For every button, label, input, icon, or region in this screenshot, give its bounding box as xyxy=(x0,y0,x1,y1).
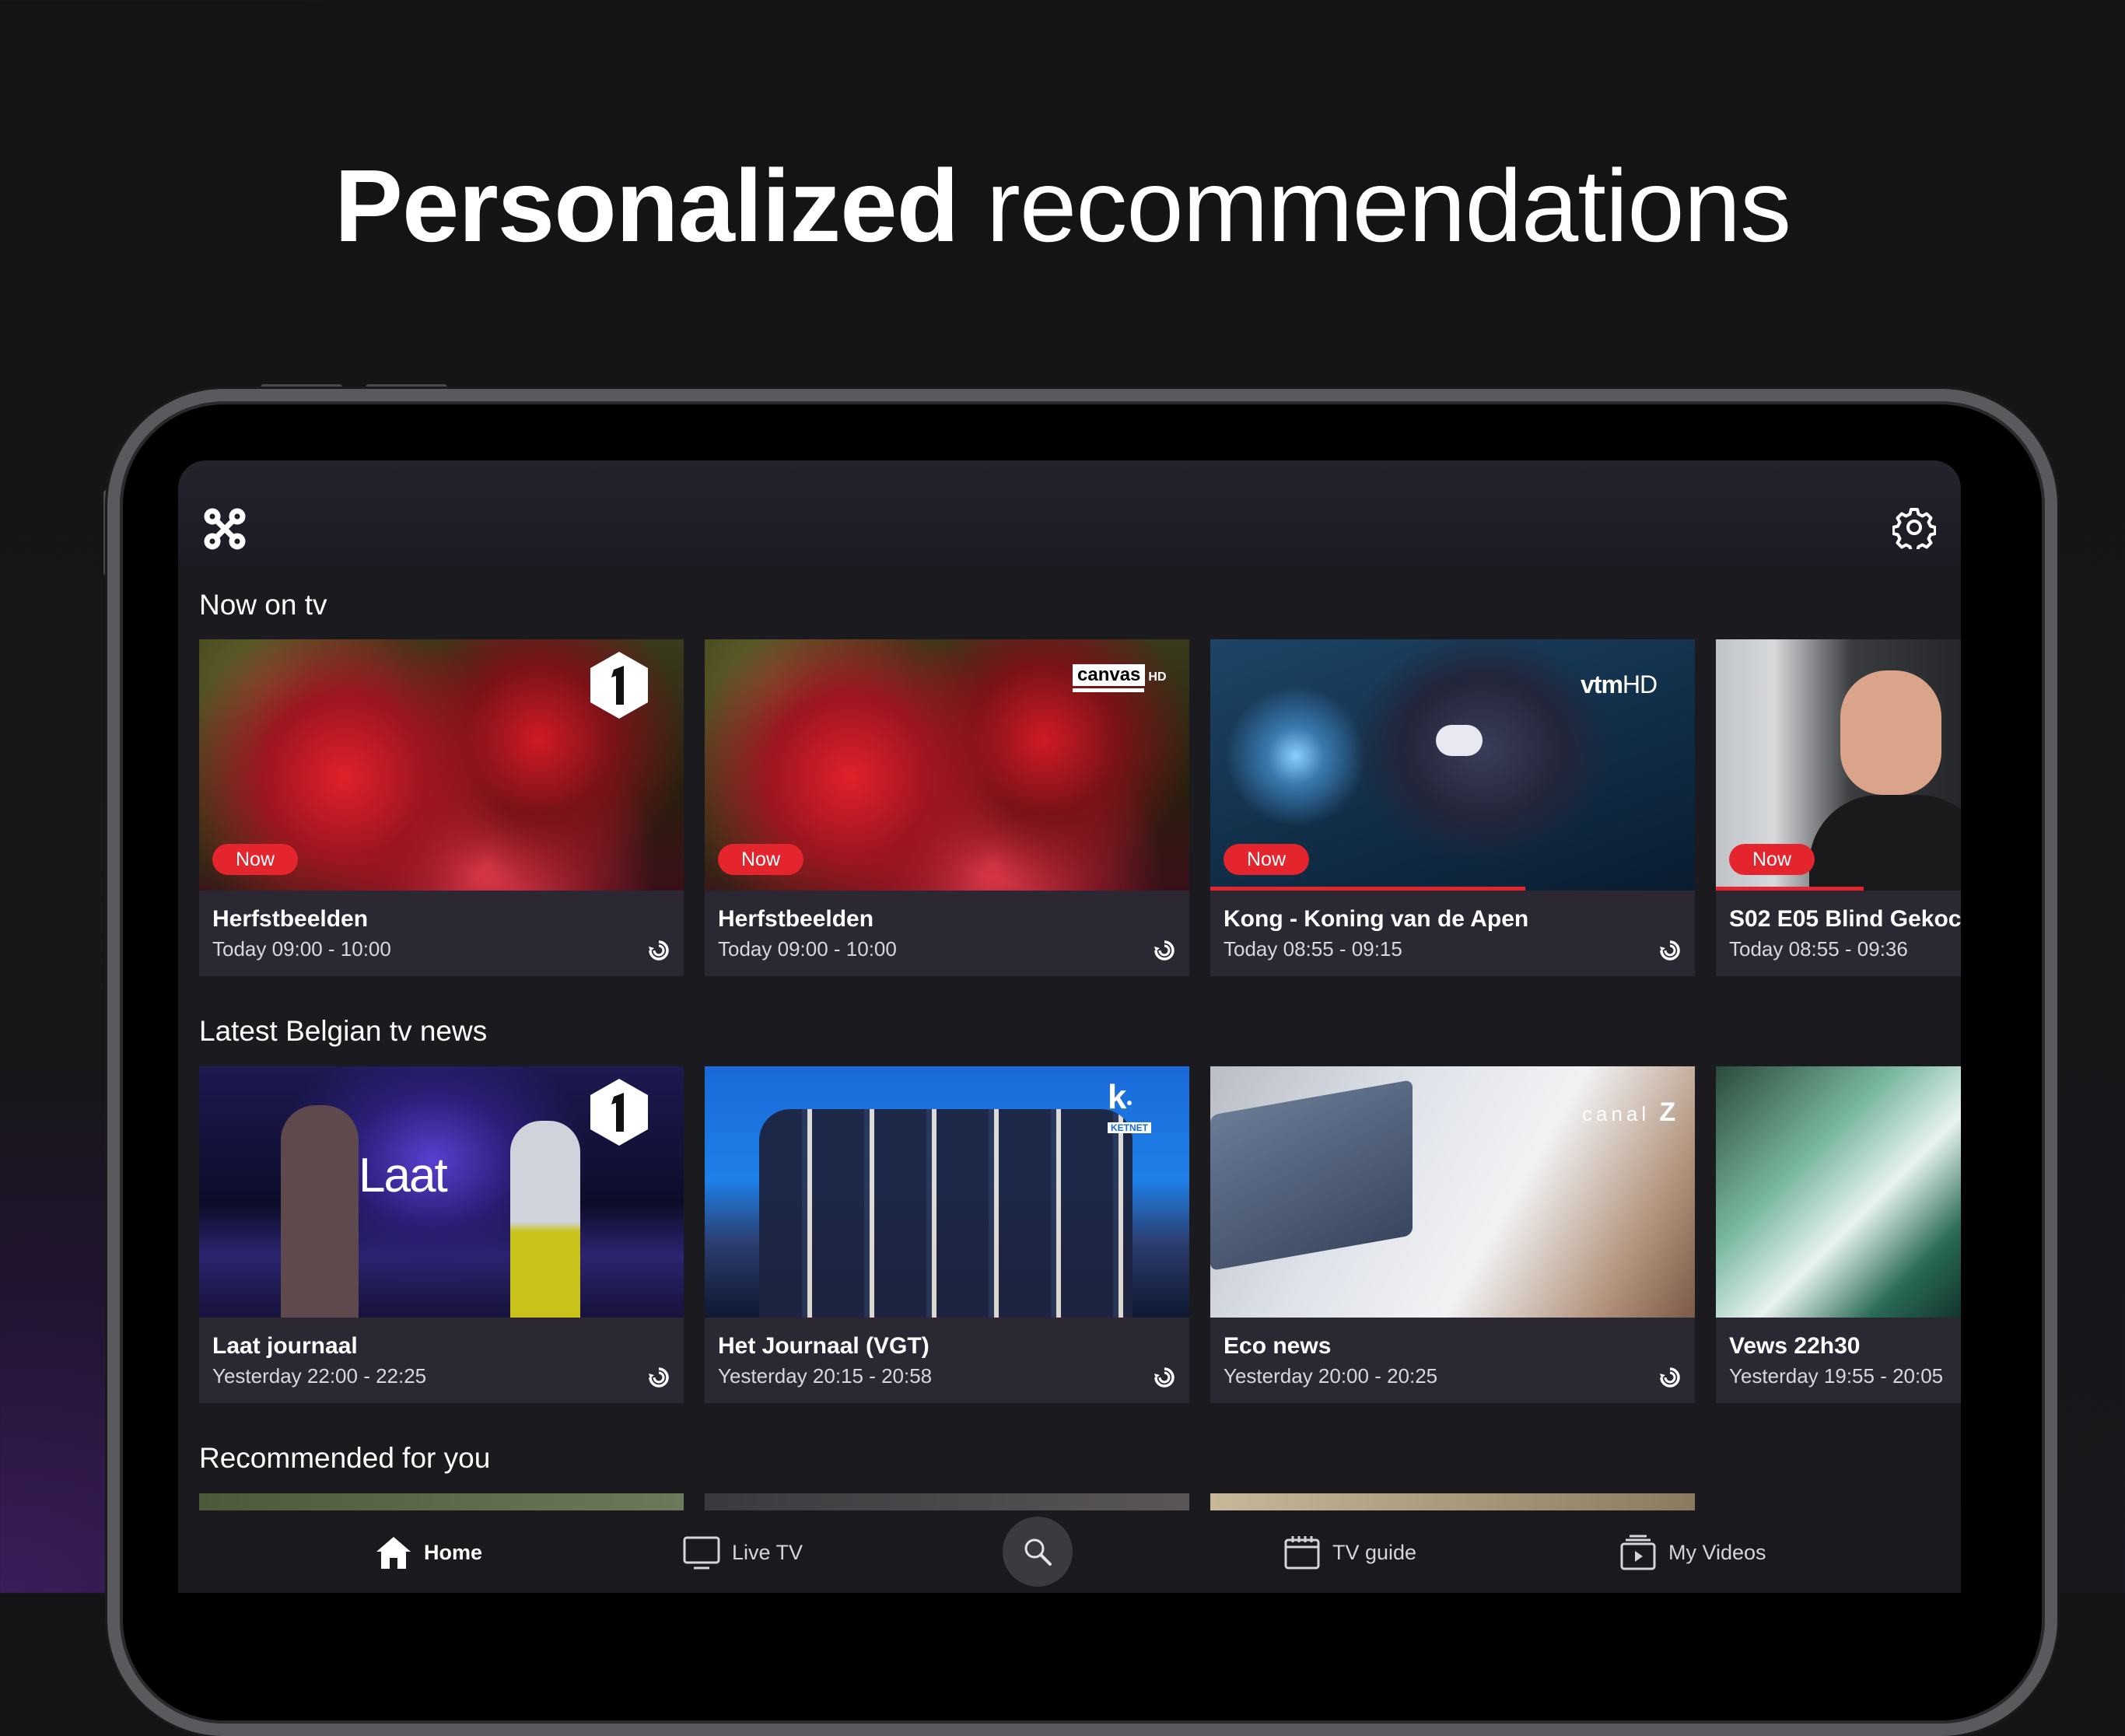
news-card[interactable]: Vews 22h30 Yesterday 19:55 - 20:05 xyxy=(1716,1066,1961,1403)
thumbnail: Laat xyxy=(199,1066,684,1318)
calendar-icon xyxy=(1284,1536,1320,1570)
my-videos-icon xyxy=(1620,1535,1656,1570)
now-card[interactable]: Now S02 E05 Blind Gekocht Today 08:55 - … xyxy=(1716,639,1961,976)
tab-label: TV guide xyxy=(1332,1540,1417,1564)
program-title: Het Journaal (VGT) xyxy=(718,1333,929,1359)
calculator xyxy=(1210,1080,1413,1271)
replay-icon[interactable] xyxy=(1658,1366,1682,1389)
program-time: Yesterday 19:55 - 20:05 xyxy=(1729,1364,1944,1388)
replay-icon[interactable] xyxy=(647,939,670,962)
thumbnail: canal Z xyxy=(1210,1066,1695,1318)
channel-vtm-logo-icon: vtmHD xyxy=(1581,670,1658,698)
replay-icon[interactable] xyxy=(647,1366,670,1389)
now-badge: Now xyxy=(212,844,299,875)
program-time: Yesterday 20:15 - 20:58 xyxy=(718,1364,933,1388)
thumbnail: Now xyxy=(199,639,684,891)
tab-home[interactable]: Home xyxy=(374,1534,482,1571)
tab-label: My Videos xyxy=(1668,1540,1766,1564)
tab-live-tv[interactable]: Live TV xyxy=(682,1534,803,1571)
program-title: Herfstbeelden xyxy=(212,906,369,932)
recommended-card-peek[interactable] xyxy=(1210,1493,1695,1510)
replay-icon[interactable] xyxy=(1153,939,1176,962)
channel-ketnet-logo-icon: k• KETNET xyxy=(1108,1080,1162,1135)
presenters-group xyxy=(759,1109,1133,1318)
now-badge: Now xyxy=(1729,844,1815,875)
program-time: Today 08:55 - 09:36 xyxy=(1729,937,1908,961)
tv-icon xyxy=(683,1536,720,1570)
program-time: Today 08:55 - 09:15 xyxy=(1224,937,1402,961)
now-card[interactable]: canvas HD Now Herfstbeelden Today 09:00 -… xyxy=(705,639,1189,976)
program-title: Laat journaal xyxy=(212,1333,358,1359)
search-icon xyxy=(1024,1538,1052,1566)
section-title-belgian-news: Latest Belgian tv news xyxy=(199,1015,488,1047)
replay-icon[interactable] xyxy=(1658,939,1682,962)
program-title: Eco news xyxy=(1224,1333,1332,1359)
replay-icon[interactable] xyxy=(1153,1366,1176,1389)
channel-een-logo-icon xyxy=(590,652,648,719)
program-title: Herfstbeelden xyxy=(718,906,874,932)
thumbnail xyxy=(1716,1066,1961,1318)
tab-my-videos[interactable]: My Videos xyxy=(1619,1534,1766,1571)
presenter-2 xyxy=(510,1121,580,1318)
app-screen: Now on tv Now Herfstbeelden Today 09:00 … xyxy=(178,460,1961,1593)
progress-bar xyxy=(1210,887,1525,891)
program-time: Today 09:00 - 10:00 xyxy=(212,937,391,961)
now-card[interactable]: vtmHD Now Kong - Koning van de Apen Toda… xyxy=(1210,639,1695,976)
app-logo-icon[interactable] xyxy=(203,507,247,551)
now-badge: Now xyxy=(1224,844,1310,875)
thumbnail: canvas HD Now xyxy=(705,639,1189,891)
top-bar xyxy=(178,460,1961,568)
progress-bar xyxy=(1716,887,1864,891)
studio-laat-text: Laat xyxy=(359,1149,448,1202)
tab-label: Home xyxy=(424,1540,483,1564)
channel-een-logo-icon xyxy=(590,1079,648,1146)
settings-gear-icon[interactable] xyxy=(1892,506,1936,549)
thumbnail: Now xyxy=(1716,639,1961,891)
channel-canvas-logo-icon: canvas HD xyxy=(1073,664,1172,698)
headline: Personalized recommendations xyxy=(0,152,2125,261)
section-title-recommended: Recommended for you xyxy=(199,1442,491,1474)
tab-label: Live TV xyxy=(732,1540,803,1564)
program-title: S02 E05 Blind Gekocht xyxy=(1729,906,1961,932)
program-time: Today 09:00 - 10:00 xyxy=(718,937,897,961)
person-face xyxy=(1840,670,1941,795)
channel-canal-z-logo-icon: canal Z xyxy=(1582,1097,1676,1127)
now-card[interactable]: Now Herfstbeelden Today 09:00 - 10:00 xyxy=(199,639,684,976)
program-title: Vews 22h30 xyxy=(1729,1333,1861,1359)
news-card[interactable]: k• KETNET Het Journaal (VGT) Yesterday 2… xyxy=(705,1066,1189,1403)
tab-tv-guide[interactable]: TV guide xyxy=(1283,1534,1416,1571)
now-badge: Now xyxy=(718,844,804,875)
recommended-card-peek[interactable] xyxy=(705,1493,1189,1510)
tab-search[interactable] xyxy=(1003,1517,1073,1587)
program-time: Yesterday 22:00 - 22:25 xyxy=(212,1364,427,1388)
program-title: Kong - Koning van de Apen xyxy=(1224,906,1529,932)
presenter-1 xyxy=(281,1105,359,1318)
thumbnail: vtmHD Now xyxy=(1210,639,1695,891)
news-card[interactable]: Laat Laat journaal Yesterday 22:00 - 22:… xyxy=(199,1066,684,1403)
thumbnail: k• KETNET xyxy=(705,1066,1189,1318)
program-time: Yesterday 20:00 - 20:25 xyxy=(1224,1364,1438,1388)
person-body xyxy=(1809,795,1961,891)
bottom-tab-bar: Home Live TV TV guide My Videos xyxy=(178,1510,1961,1593)
recommended-card-peek[interactable] xyxy=(199,1493,684,1510)
section-title-now-on-tv: Now on tv xyxy=(199,589,327,621)
news-card[interactable]: canal Z Eco news Yesterday 20:00 - 20:25 xyxy=(1210,1066,1695,1403)
headline-regular: recommendations xyxy=(958,149,1791,263)
home-icon xyxy=(376,1537,411,1569)
headline-bold: Personalized xyxy=(334,149,959,263)
kong-eyes xyxy=(1436,725,1483,756)
